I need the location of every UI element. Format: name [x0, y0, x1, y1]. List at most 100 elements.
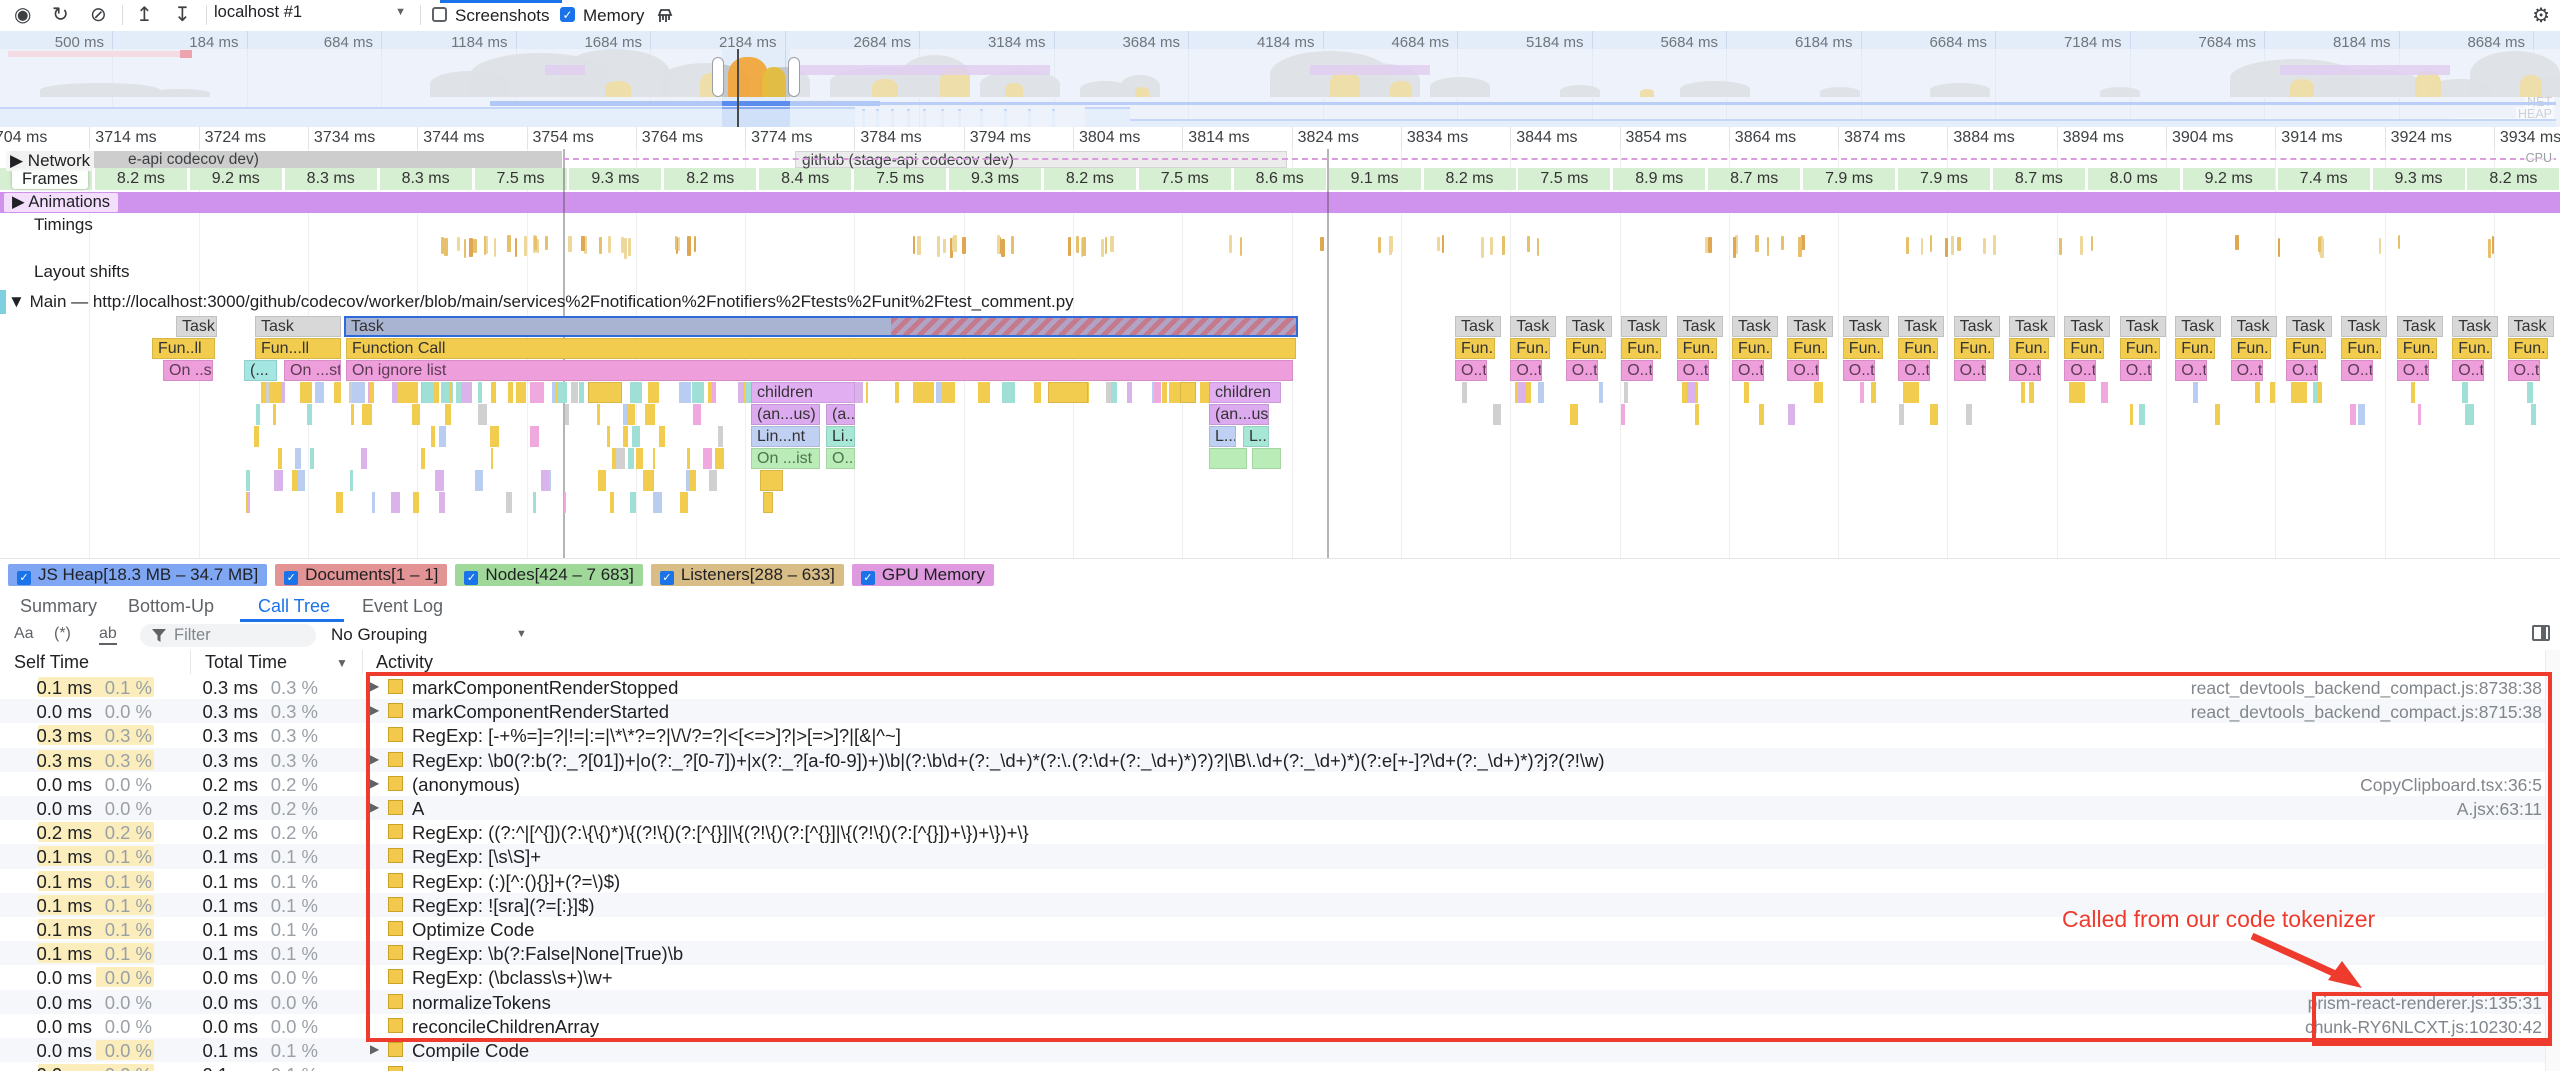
flame-bar[interactable]: Fun..ll [2231, 338, 2271, 359]
whole-word-toggle[interactable]: ab [99, 625, 117, 645]
flame-bar[interactable]: L... [1209, 426, 1236, 447]
tab-call-tree[interactable]: Call Tree [258, 596, 330, 617]
flame-bar[interactable]: Fun..ll [1455, 338, 1495, 359]
flame-bar[interactable]: Function Call [346, 338, 1296, 359]
checked-checkbox-icon[interactable]: ✓ [861, 571, 875, 585]
memory-counter-chip[interactable]: ✓JS Heap[18.3 MB – 34.7 MB] [8, 564, 267, 586]
main-track-label[interactable]: ▼ Main — http://localhost:3000/github/co… [8, 292, 1074, 312]
frame-chip[interactable]: 8.2 ms [1044, 168, 1136, 190]
tab-bottom-up[interactable]: Bottom-Up [128, 596, 214, 617]
chevron-down-icon[interactable]: ▼ [516, 628, 527, 640]
flame-bar[interactable] [1209, 448, 1247, 469]
flame-bar[interactable]: Task [1843, 316, 1889, 337]
flame-bar[interactable]: On ignore list [346, 360, 1293, 381]
flame-bar[interactable]: Task [2341, 316, 2387, 337]
table-row[interactable]: 0.0 ms0.0 %0.1 ms0.1 %▶Compile Code [0, 1038, 2560, 1062]
flame-bar[interactable]: Task [2397, 316, 2443, 337]
source-link[interactable]: A.jsx:63:11 [2457, 799, 2542, 820]
flame-bar[interactable]: Task [1954, 316, 2000, 337]
regex-toggle[interactable]: (*) [54, 625, 71, 643]
flame-bar[interactable]: On ..st [163, 360, 213, 381]
flame-bar[interactable]: Fun..ll [2009, 338, 2049, 359]
scrollbar[interactable] [2545, 650, 2560, 1071]
flame-bar[interactable]: Fun..ll [1954, 338, 1994, 359]
expand-arrow-icon[interactable]: ▶ [370, 800, 379, 814]
table-row[interactable]: 0.1 ms0.1 %0.1 ms0.1 %RegExp: \b(?:False… [0, 941, 2560, 965]
flame-bar[interactable]: Task [1510, 316, 1556, 337]
flame-bar[interactable]: On ...ist [751, 448, 820, 469]
flame-bar[interactable]: L...t [1243, 426, 1269, 447]
frame-chip[interactable]: 7.5 ms [1139, 168, 1231, 190]
table-row[interactable]: 0.0 ms0.0 %0.0 ms0.0 %RegExp: (\bclass\s… [0, 965, 2560, 989]
frame-chip[interactable]: 7.5 ms [475, 168, 567, 190]
overview-right-handle[interactable] [788, 57, 800, 97]
expand-arrow-icon[interactable]: ▶ [370, 776, 379, 790]
flame-bar[interactable]: O...t [826, 448, 855, 469]
flame-bar[interactable]: O..t [1843, 360, 1875, 381]
expand-arrow-icon[interactable]: ▶ [370, 703, 379, 717]
flame-bar[interactable]: Task [1787, 316, 1833, 337]
memory-counter-chip[interactable]: ✓Documents[1 – 1] [275, 564, 447, 586]
flame-bar[interactable]: Task [2009, 316, 2055, 337]
selected-task-bar[interactable]: Task [344, 316, 1298, 337]
flame-bar[interactable]: Task [1898, 316, 1944, 337]
flame-bar[interactable]: O..t [1455, 360, 1487, 381]
reload-and-record-icon[interactable]: ↻ [52, 2, 69, 27]
flame-bar[interactable]: Fun..ll [1732, 338, 1772, 359]
flame-bar[interactable]: O..t [1954, 360, 1986, 381]
animations-band[interactable] [0, 192, 2560, 213]
frame-chip[interactable]: 8.9 ms [1613, 168, 1705, 190]
frames-track-label[interactable]: Frames [12, 169, 88, 189]
flame-bar[interactable] [1180, 382, 1196, 403]
frame-chip[interactable]: 8.0 ms [2088, 168, 2180, 190]
table-row[interactable]: 0.0 ms0.0 %0.2 ms0.2 %▶AA.jsx:63:11 [0, 796, 2560, 820]
filter-input[interactable]: Filter [140, 624, 316, 647]
flame-bar[interactable]: Task [2286, 316, 2332, 337]
table-row[interactable]: 0.3 ms0.3 %0.3 ms0.3 %RegExp: [-+%=]=?|!… [0, 723, 2560, 747]
tab-event-log[interactable]: Event Log [362, 596, 443, 617]
flame-bar[interactable]: O..t [2009, 360, 2041, 381]
source-link[interactable]: CopyClipboard.tsx:36:5 [2360, 775, 2542, 796]
checked-checkbox-icon[interactable]: ✓ [660, 571, 674, 585]
table-row[interactable]: 0.0 ms0.0 %0.3 ms0.3 %▶markComponentRend… [0, 699, 2560, 723]
sort-arrow-icon[interactable]: ▼ [336, 656, 348, 670]
frame-chip[interactable]: 9.3 ms [569, 168, 661, 190]
flame-bar[interactable]: O..t [1732, 360, 1764, 381]
flame-bar[interactable]: Task [2120, 316, 2166, 337]
frame-chip[interactable]: 7.9 ms [1898, 168, 1990, 190]
flame-bar[interactable]: Fun..ll [1898, 338, 1938, 359]
flame-bar[interactable]: Fun..ll [1621, 338, 1661, 359]
memory-checkbox[interactable]: ✓ [560, 7, 575, 22]
flame-bar[interactable]: Task [2064, 316, 2110, 337]
frame-chip[interactable]: 7.4 ms [2278, 168, 2370, 190]
flame-bar[interactable]: Task [255, 316, 341, 337]
record-icon[interactable]: ◉ [14, 2, 31, 27]
table-row[interactable]: 0.0 ms0.0 %0.0 ms0.0 %reconcileChildrenA… [0, 1014, 2560, 1038]
memory-counter-chip[interactable]: ✓Listeners[288 – 633] [651, 564, 844, 586]
checked-checkbox-icon[interactable]: ✓ [17, 571, 31, 585]
flame-bar[interactable]: (a...) [826, 404, 855, 425]
flame-bar[interactable]: Task [1566, 316, 1612, 337]
table-row[interactable]: 0.1 ms0.1 %0.1 ms0.1 %RegExp: [\s\S]+ [0, 844, 2560, 868]
flame-bar[interactable]: Task [1621, 316, 1667, 337]
frame-chip[interactable]: 7.5 ms [854, 168, 946, 190]
activity-header[interactable]: Activity [376, 652, 433, 673]
frame-chip[interactable]: 8.2 ms [2467, 168, 2559, 190]
grouping-select[interactable]: No Grouping [331, 625, 427, 645]
frame-chip[interactable]: 8.2 ms [95, 168, 187, 190]
frame-chip[interactable]: 8.6 ms [1234, 168, 1326, 190]
frame-chip[interactable]: 9.3 ms [2373, 168, 2465, 190]
table-row[interactable]: 0.1 ms0.1 %0.3 ms0.3 %▶markComponentRend… [0, 675, 2560, 699]
flame-bar[interactable]: Lin...nt [751, 426, 820, 447]
flame-bar[interactable]: O..t [1898, 360, 1930, 381]
expand-arrow-icon[interactable]: ▶ [370, 1042, 379, 1056]
flame-bar[interactable]: (an...us) [751, 404, 820, 425]
frame-chip[interactable]: 7.5 ms [1518, 168, 1610, 190]
load-profile-icon[interactable]: ↥ [136, 2, 153, 27]
flame-bar[interactable]: children [751, 382, 855, 403]
screenshots-checkbox[interactable] [432, 7, 447, 22]
self-time-header[interactable]: Self Time [14, 652, 89, 673]
flame-bar[interactable]: O..t [2341, 360, 2373, 381]
flame-bar[interactable]: Fun..ll [1787, 338, 1827, 359]
flame-bar[interactable]: children [1209, 382, 1281, 403]
